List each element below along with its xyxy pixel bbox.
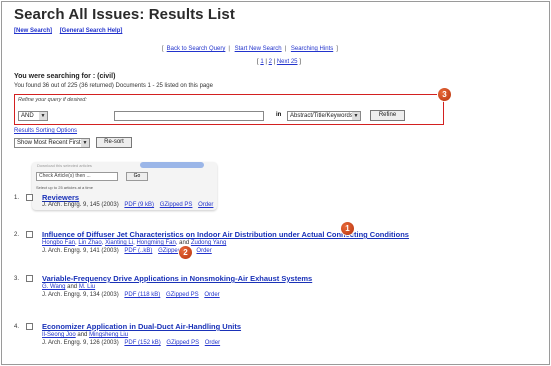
annotation-marker-3: 3 xyxy=(438,88,451,101)
center-links: [Back to Search Query | Start New Search |… xyxy=(162,46,338,52)
widget-header: Download this selected articles xyxy=(37,163,92,168)
general-search-help-link[interactable]: [General Search Help] xyxy=(60,28,123,34)
result-title-link[interactable]: Reviewers xyxy=(42,193,79,202)
page-title: Search All Issues: Results List xyxy=(14,6,235,23)
found-count-text: You found 36 out of 225 (36 returned) Do… xyxy=(14,83,213,89)
gzipped-ps-link[interactable]: GZipped PS xyxy=(160,202,193,208)
result-number: 4. xyxy=(14,324,20,330)
article-action-select[interactable]: Check Article(s) then ... xyxy=(36,172,118,181)
order-link[interactable]: Order xyxy=(198,202,213,208)
result-checkbox[interactable] xyxy=(26,194,33,201)
searching-for-text: You were searching for : (civil) xyxy=(14,73,116,80)
result-citation: J. Arch. Engrg. 9, 126 (2003) PDF (152 k… xyxy=(42,340,221,346)
author-link[interactable]: M. Liu xyxy=(79,284,95,290)
result-authors: G. Wang and M. Liu xyxy=(42,284,96,290)
chevron-down-icon: ▼ xyxy=(81,139,89,147)
result-checkbox[interactable] xyxy=(26,323,33,330)
result-number: 1. xyxy=(14,195,20,201)
result-title-link[interactable]: Variable-Frequency Drive Applications in… xyxy=(42,274,312,283)
operator-select[interactable]: AND ▼ xyxy=(18,111,48,121)
result-checkbox[interactable] xyxy=(26,231,33,238)
result-title-link[interactable]: Influence of Diffuser Jet Characteristic… xyxy=(42,230,409,239)
author-link[interactable]: Xianting Li xyxy=(105,240,133,246)
order-link[interactable]: Order xyxy=(204,292,219,298)
new-search-link[interactable]: [New Search] xyxy=(14,28,52,34)
refine-query-input[interactable] xyxy=(114,111,264,121)
chevron-down-icon: ▼ xyxy=(39,112,47,120)
widget-note: Select up to 25 articles at a time xyxy=(36,185,93,190)
resort-button[interactable]: Re-sort xyxy=(96,137,132,148)
sorting-options-link[interactable]: Results Sorting Options xyxy=(14,128,77,134)
result-authors: Hongbo Fan, Lin Zhao, Xianting Li, Hongm… xyxy=(42,240,227,246)
gzipped-ps-link[interactable]: GZipped PS xyxy=(166,292,199,298)
widget-tab xyxy=(140,162,204,168)
pdf-link[interactable]: PDF (..kB) xyxy=(124,248,152,254)
next-page-link[interactable]: Next 25 xyxy=(277,59,298,65)
annotation-marker-2: 2 xyxy=(179,246,192,259)
result-title-link[interactable]: Economizer Application in Dual-Duct Air-… xyxy=(42,322,241,331)
pager: [ 1 | 2 | Next 25 ] xyxy=(257,59,301,65)
result-checkbox[interactable] xyxy=(26,275,33,282)
gzipped-ps-link[interactable]: GZipped PS xyxy=(166,340,199,346)
result-citation: J. Arch. Engrg. 9, 134 (2003) PDF (118 k… xyxy=(42,292,220,298)
annotation-marker-1: 1 xyxy=(341,222,354,235)
in-label: in xyxy=(276,112,282,118)
author-link[interactable]: Hongming Fan xyxy=(136,240,175,246)
chevron-down-icon: ▼ xyxy=(352,112,360,120)
result-authors: Il-Seong Joo and Mingsheng Liu xyxy=(42,332,129,338)
page-2-link[interactable]: 2 xyxy=(269,59,272,65)
refine-label: Refine your query if desired: xyxy=(18,97,87,103)
author-link[interactable]: Lin Zhao xyxy=(78,240,101,246)
top-links: [New Search] [General Search Help] xyxy=(14,28,128,34)
field-select[interactable]: Abstract/Title/Keywords ▼ xyxy=(287,111,361,121)
page-1-link[interactable]: 1 xyxy=(260,59,263,65)
searching-hints-link[interactable]: Searching Hints xyxy=(291,46,333,52)
refine-button[interactable]: Refine xyxy=(370,110,405,121)
author-link[interactable]: Hongbo Fan xyxy=(42,240,75,246)
order-link[interactable]: Order xyxy=(196,248,211,254)
author-link[interactable]: Mingsheng Liu xyxy=(89,332,128,338)
back-to-query-link[interactable]: Back to Search Query xyxy=(167,46,226,52)
order-link[interactable]: Order xyxy=(205,340,220,346)
go-button[interactable]: Go xyxy=(126,172,148,181)
refine-query-box: Refine your query if desired: AND ▼ in Ab… xyxy=(14,94,444,125)
result-citation: J. Arch. Engrg. 9, 145 (2003) PDF (9 kB)… xyxy=(42,202,214,208)
author-link[interactable]: Il-Seong Joo xyxy=(42,332,76,338)
pdf-link[interactable]: PDF (9 kB) xyxy=(124,202,154,208)
author-link[interactable]: Zudong Yang xyxy=(191,240,226,246)
pdf-link[interactable]: PDF (152 kB) xyxy=(124,340,160,346)
start-new-search-link[interactable]: Start New Search xyxy=(235,46,282,52)
sort-select[interactable]: Show Most Recent First ▼ xyxy=(14,138,90,148)
result-number: 3. xyxy=(14,276,20,282)
result-number: 2. xyxy=(14,232,20,238)
results-page: Search All Issues: Results List [New Sea… xyxy=(14,6,542,346)
author-link[interactable]: G. Wang xyxy=(42,284,65,290)
pdf-link[interactable]: PDF (118 kB) xyxy=(124,292,160,298)
